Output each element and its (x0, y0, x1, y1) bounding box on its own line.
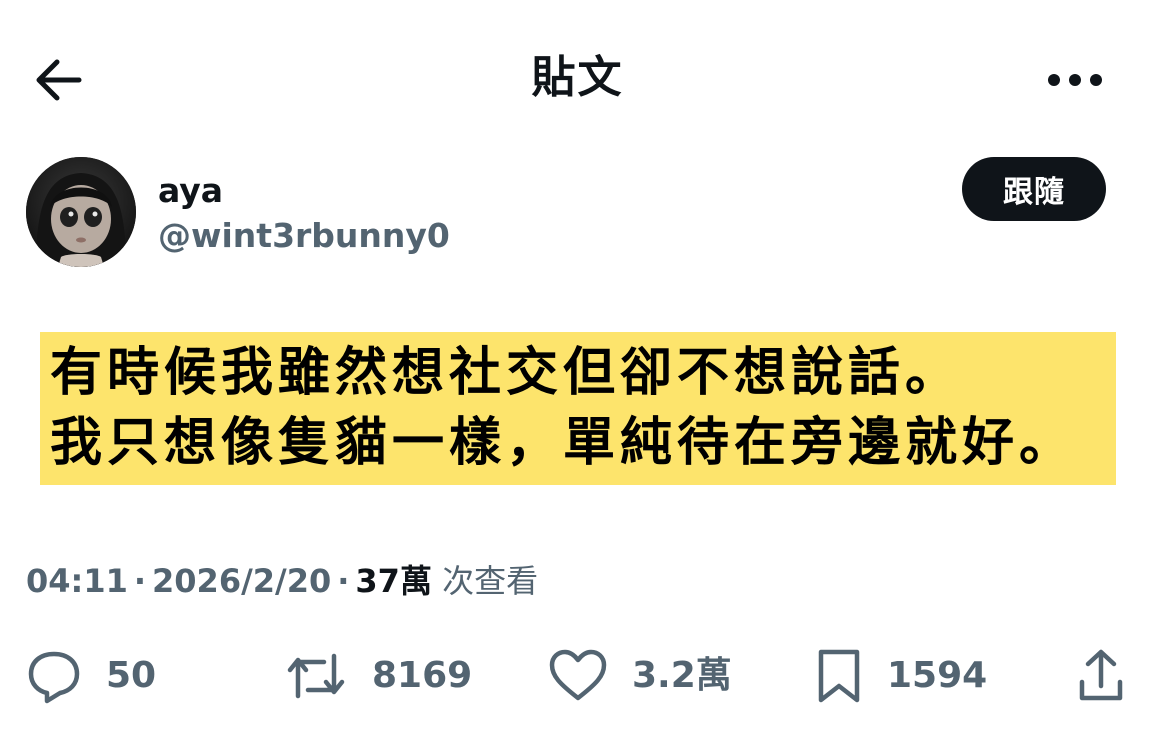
reply-icon (26, 648, 82, 704)
share-icon (1076, 648, 1126, 704)
post-text: 有時候我雖然想社交但卻不想說話。 我只想像隻貓一樣，單純待在旁邊就好。 (40, 332, 1116, 485)
post-line: 我只想像隻貓一樣，單純待在旁邊就好。 (50, 413, 1077, 473)
more-horizontal-icon (1047, 73, 1103, 87)
reply-count: 50 (106, 655, 157, 696)
post-meta: 04:11 · 2026/2/20 · 37萬 次查看 (26, 560, 538, 602)
separator-dot: · (337, 562, 350, 600)
follow-button[interactable]: 跟隨 (962, 157, 1106, 221)
separator-dot: · (133, 562, 147, 600)
bookmark-icon (815, 648, 863, 704)
post-time[interactable]: 04:11 (26, 562, 128, 600)
repost-icon (284, 648, 348, 704)
bookmark-count: 1594 (887, 655, 988, 696)
display-name[interactable]: aya (158, 170, 223, 212)
top-bar: 貼文 (0, 0, 1155, 150)
views-label: 次查看 (442, 562, 539, 600)
like-count: 3.2萬 (632, 655, 732, 696)
heart-icon (548, 648, 608, 704)
like-button[interactable]: 3.2萬 (548, 640, 732, 712)
post-date[interactable]: 2026/2/20 (152, 562, 331, 600)
action-bar: 50 8169 3.2萬 1594 (0, 640, 1155, 720)
repost-button[interactable]: 8169 (284, 640, 472, 712)
page-title: 貼文 (531, 52, 624, 103)
user-handle[interactable]: @wint3rbunny0 (158, 214, 450, 258)
views-count: 37萬 (355, 562, 432, 600)
post-line: 有時候我雖然想社交但卻不想說話。 (50, 343, 963, 403)
share-button[interactable] (1076, 640, 1126, 712)
bookmark-button[interactable]: 1594 (815, 640, 987, 712)
more-button[interactable] (1040, 56, 1110, 104)
repost-count: 8169 (372, 655, 473, 696)
avatar[interactable] (26, 157, 136, 267)
reply-button[interactable]: 50 (26, 640, 156, 712)
